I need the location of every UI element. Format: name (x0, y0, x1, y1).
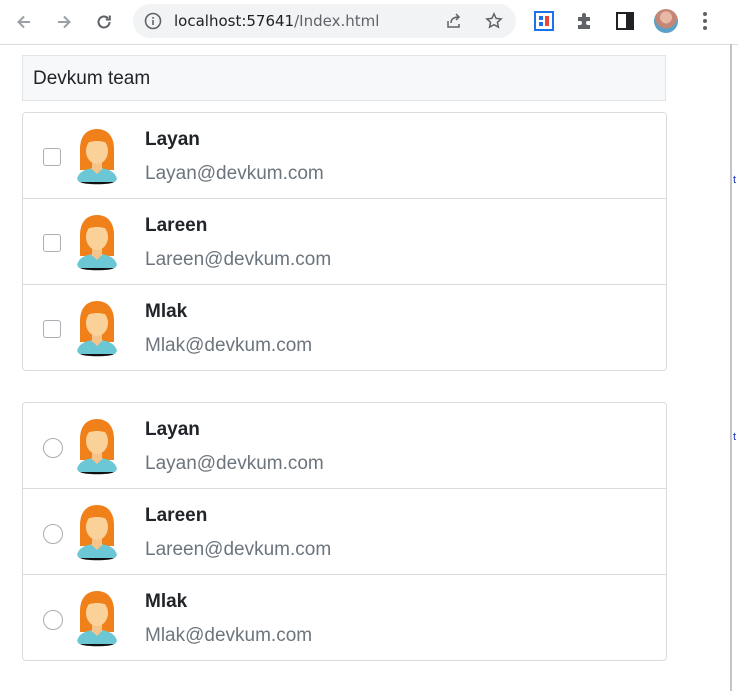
female-avatar-icon (77, 591, 117, 647)
star-icon[interactable] (485, 12, 503, 30)
female-avatar-icon (77, 301, 117, 357)
female-avatar-icon (77, 215, 117, 271)
member-email: Mlak@devkum.com (145, 625, 313, 646)
more-vert-icon[interactable] (696, 10, 714, 32)
member-name: Mlak (145, 591, 188, 612)
member-radio[interactable] (43, 610, 63, 630)
list-item[interactable]: Layan Layan@devkum.com (23, 403, 666, 489)
info-icon[interactable] (144, 12, 162, 30)
window-edge (730, 44, 732, 691)
profile-avatar[interactable] (654, 9, 678, 33)
checkbox-list: Layan Layan@devkum.com Lareen Lareen@dev… (22, 112, 667, 371)
member-checkbox[interactable] (43, 148, 61, 166)
list-item[interactable]: Mlak Mlak@devkum.com (23, 285, 666, 370)
member-name: Lareen (145, 215, 208, 236)
extensions-button[interactable] (574, 10, 596, 32)
member-radio[interactable] (43, 524, 63, 544)
side-panel-icon (616, 12, 634, 30)
team-header: Devkum team (22, 55, 666, 101)
member-name: Mlak (145, 301, 188, 322)
url-host: localhost:57641 (174, 12, 295, 30)
member-name: Layan (145, 129, 200, 150)
member-email: Layan@devkum.com (145, 453, 324, 474)
address-bar[interactable]: localhost:57641/Index.html (133, 4, 516, 38)
edge-marker: t (733, 174, 737, 186)
reload-icon (97, 15, 111, 29)
member-email: Lareen@devkum.com (145, 249, 332, 270)
member-radio[interactable] (43, 438, 63, 458)
edge-marker: t (733, 431, 737, 443)
back-button[interactable] (10, 8, 38, 36)
puzzle-icon (578, 13, 590, 29)
list-item[interactable]: Mlak Mlak@devkum.com (23, 575, 666, 660)
female-avatar-icon (77, 505, 117, 561)
reload-button[interactable] (90, 8, 118, 36)
member-email: Layan@devkum.com (145, 163, 324, 184)
member-email: Mlak@devkum.com (145, 335, 313, 356)
forward-button[interactable] (50, 8, 78, 36)
list-item[interactable]: Lareen Lareen@devkum.com (23, 199, 666, 285)
back-arrow-icon (17, 15, 30, 29)
extension-app-icon (534, 11, 554, 31)
list-item[interactable]: Layan Layan@devkum.com (23, 113, 666, 199)
list-item[interactable]: Lareen Lareen@devkum.com (23, 489, 666, 575)
female-avatar-icon (77, 129, 117, 185)
url-text: localhost:57641/Index.html (174, 12, 379, 30)
member-email: Lareen@devkum.com (145, 539, 332, 560)
member-checkbox[interactable] (43, 234, 61, 252)
extension-app-button[interactable] (533, 10, 555, 32)
forward-arrow-icon (58, 15, 71, 29)
url-path: /Index.html (294, 12, 380, 30)
female-avatar-icon (77, 419, 117, 475)
share-icon[interactable] (445, 12, 463, 30)
browser-toolbar: localhost:57641/Index.html (0, 0, 738, 45)
member-name: Lareen (145, 505, 208, 526)
member-checkbox[interactable] (43, 320, 61, 338)
team-title: Devkum team (33, 68, 151, 89)
side-panel-button[interactable] (614, 10, 636, 32)
member-name: Layan (145, 419, 200, 440)
radio-list: Layan Layan@devkum.com Lareen Lareen@dev… (22, 402, 667, 661)
